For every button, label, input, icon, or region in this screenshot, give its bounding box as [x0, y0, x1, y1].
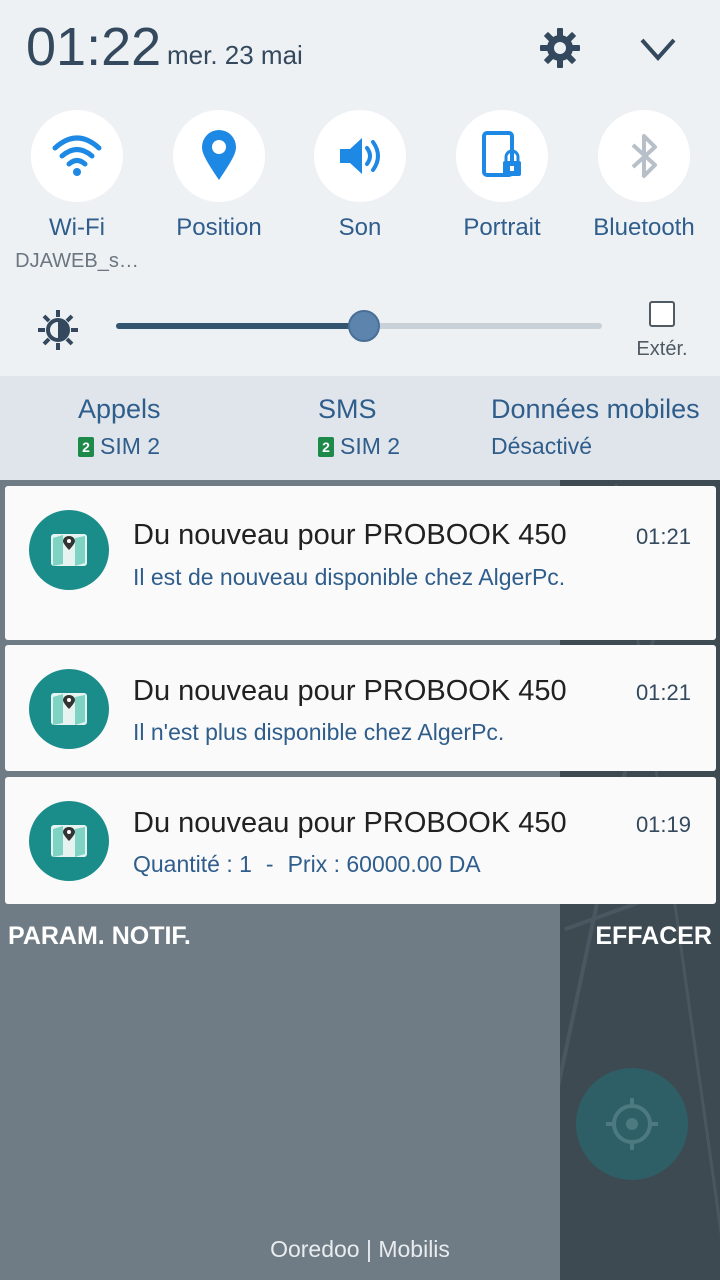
sim-data-label: Données mobiles: [491, 394, 700, 424]
notification-card[interactable]: Du nouveau pour PROBOOK 450 01:19 Quanti…: [5, 777, 716, 904]
bluetooth-icon: [631, 134, 657, 178]
toggle-label: Portrait: [463, 214, 541, 241]
toggle-bluetooth[interactable]: Bluetooth: [573, 108, 715, 242]
wifi-icon: [52, 135, 102, 176]
gear-icon[interactable]: [538, 26, 582, 70]
volume-icon: [340, 138, 380, 174]
notification-title: Du nouveau pour PROBOOK 450: [133, 519, 567, 551]
brightness-slider[interactable]: [116, 310, 602, 342]
notification-card[interactable]: Du nouveau pour PROBOOK 450 01:21 Il est…: [5, 486, 716, 640]
wifi-network-name: DJAWEB_s…: [15, 250, 139, 272]
notification-separator: -: [265, 851, 274, 877]
toggle-label: Wi-Fi: [49, 214, 105, 241]
date: mer. 23 mai: [167, 40, 303, 70]
portrait-lock-icon: [482, 131, 521, 177]
notification-title: Du nouveau pour PROBOOK 450: [133, 807, 567, 839]
notification-body: Quantité : 1- Prix : 60000.00 DA: [133, 851, 481, 878]
notification-time: 01:19: [635, 812, 691, 837]
app-icon: [29, 801, 109, 881]
brightness-slider-fill: [116, 323, 364, 329]
quick-toggles: Wi-Fi DJAWEB_s… Position Son Portrait Bl…: [0, 108, 720, 278]
notification-card[interactable]: Du nouveau pour PROBOOK 450 01:21 Il n'e…: [5, 645, 716, 771]
sim-data-status: Désactivé: [491, 433, 592, 459]
app-icon: [29, 669, 109, 749]
sim-sms-sim: SIM 2: [340, 433, 401, 459]
notification-quantity: Quantité : 1: [133, 851, 252, 877]
toggle-position[interactable]: Position: [148, 108, 290, 242]
sim-calls[interactable]: Appels 2 SIM 2: [78, 394, 161, 460]
sim-badge: 2: [318, 436, 334, 457]
quick-settings-panel: 01:22 mer. 23 mai Wi-Fi DJAWEB_s… Positi…: [0, 0, 720, 376]
sim-settings-row: Appels 2 SIM 2 SMS 2 SIM 2 Données mobil…: [0, 376, 720, 480]
sim-sms-label: SMS: [318, 394, 377, 424]
notification-body: Il est de nouveau disponible chez AlgerP…: [133, 564, 566, 590]
location-icon: [202, 130, 236, 180]
outdoor-mode-label: Extér.: [636, 338, 688, 360]
map-icon: [51, 825, 87, 857]
sim-badge: 2: [78, 436, 94, 457]
notification-title: Du nouveau pour PROBOOK 450: [133, 675, 567, 707]
locate-me-button[interactable]: [576, 1068, 688, 1180]
toggle-label: Position: [176, 214, 262, 241]
sim-sms-value: 2 SIM 2: [318, 433, 400, 460]
brightness-icon: [38, 310, 78, 350]
brightness-slider-thumb[interactable]: [348, 310, 380, 342]
app-icon: [29, 510, 109, 590]
carrier-label: Ooredoo | Mobilis: [270, 1236, 450, 1262]
sim-calls-sim: SIM 2: [100, 433, 161, 459]
toggle-portrait[interactable]: Portrait: [431, 108, 573, 242]
notification-time: 01:21: [635, 680, 691, 705]
sim-calls-label: Appels: [78, 394, 161, 424]
toggle-sound[interactable]: Son: [289, 108, 431, 242]
notification-price: Prix : 60000.00 DA: [287, 851, 481, 877]
map-icon: [51, 534, 87, 566]
map-icon: [51, 693, 87, 725]
outdoor-mode-checkbox[interactable]: [649, 301, 675, 327]
notification-time: 01:21: [635, 524, 691, 549]
sim-sms[interactable]: SMS 2 SIM 2: [318, 394, 400, 460]
sim-calls-value: 2 SIM 2: [78, 433, 161, 460]
crosshair-icon: [606, 1098, 658, 1150]
sim-mobile-data[interactable]: Données mobiles Désactivé: [491, 394, 700, 460]
clock: 01:22: [26, 17, 162, 77]
toggle-label: Bluetooth: [593, 214, 695, 241]
toggle-wifi[interactable]: Wi-Fi DJAWEB_s…: [6, 108, 148, 273]
notification-body: Il n'est plus disponible chez AlgerPc.: [133, 719, 505, 745]
brightness-control: Extér.: [0, 296, 720, 366]
toggle-label: Son: [338, 214, 382, 241]
notification-settings-button[interactable]: PARAM. NOTIF.: [8, 922, 191, 951]
clear-all-button[interactable]: EFFACER: [595, 922, 712, 951]
chevron-down-icon[interactable]: [636, 32, 680, 68]
